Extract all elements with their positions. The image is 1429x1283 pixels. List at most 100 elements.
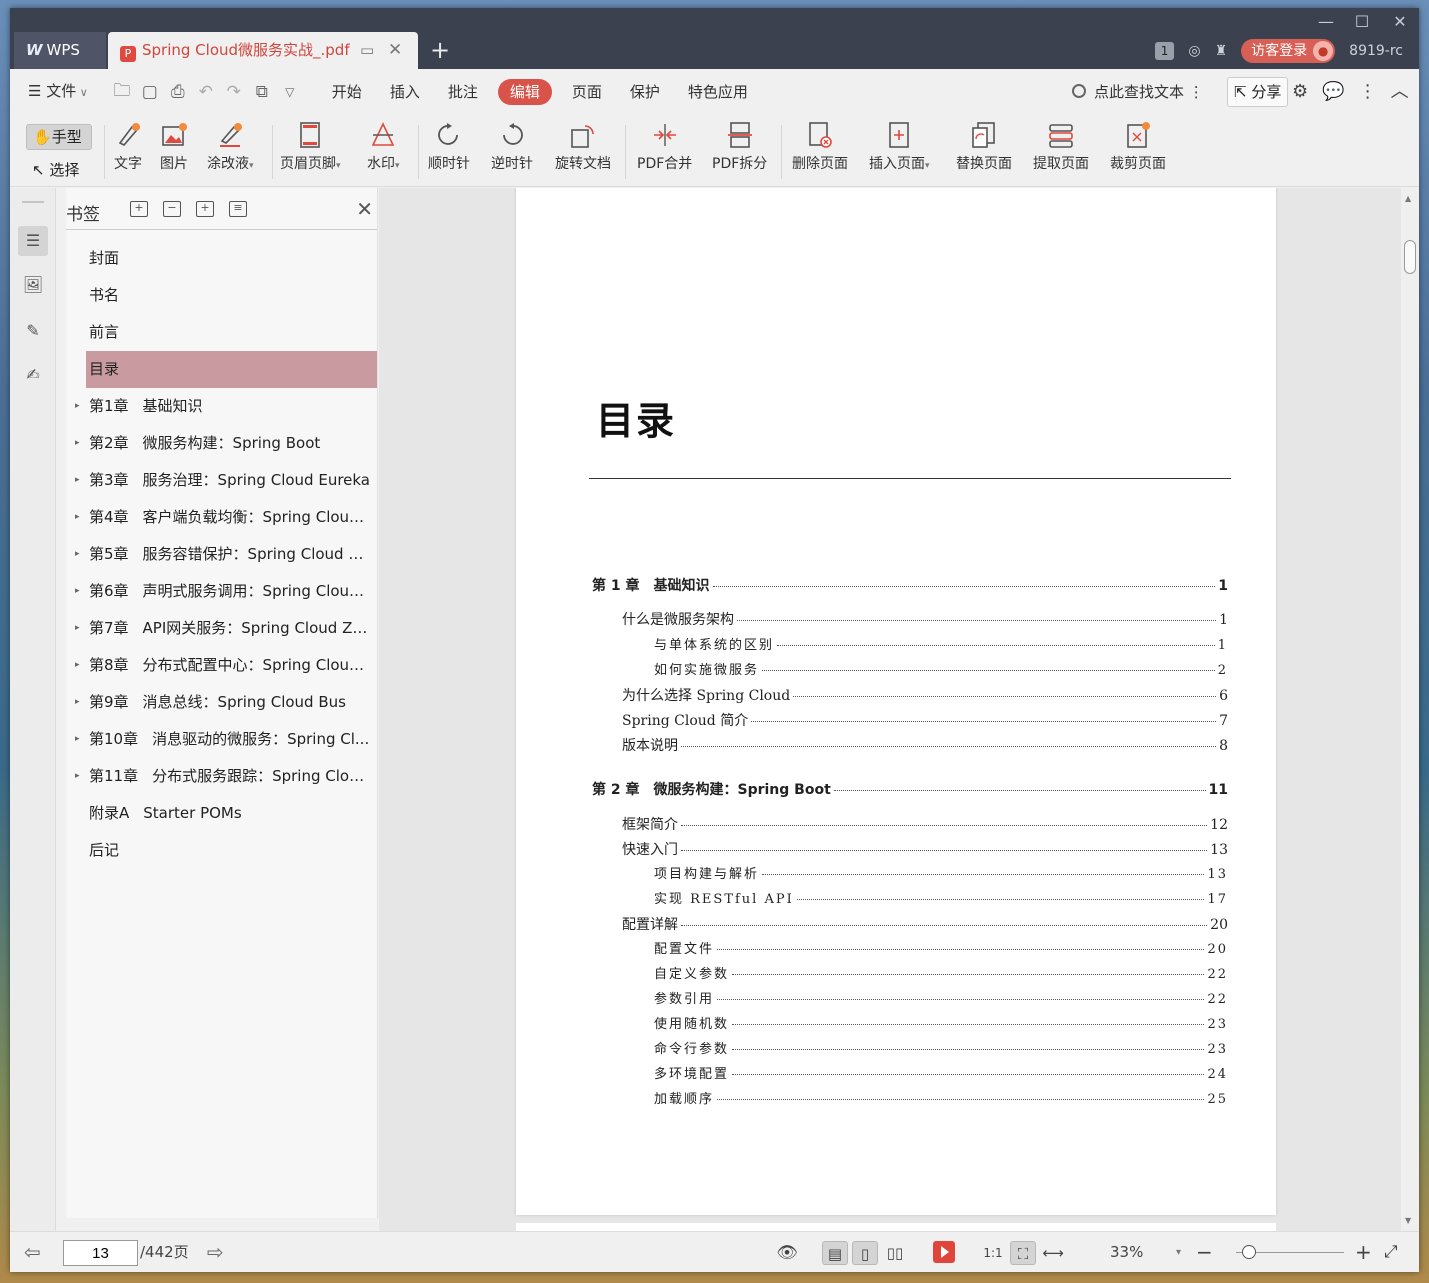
bookmark-item[interactable]: ▸ 第11章 分布式服务跟踪：Spring Clou... [66,758,377,795]
continuous-view-icon[interactable]: ▤ [822,1241,848,1265]
zoom-in-icon[interactable]: + [1355,1232,1372,1272]
toc-entry[interactable]: 配置详解 20 [622,914,1228,934]
menu-special-apps[interactable]: 特色应用 [674,79,762,105]
toc-entry[interactable]: 快速入门 13 [622,839,1228,859]
edit-text-tool[interactable]: 文字 [114,121,142,173]
replace-page-tool[interactable]: 替换页面 [956,121,1012,173]
toc-entry[interactable]: 为什么选择 Spring Cloud 6 [622,685,1228,705]
expand-arrow-icon[interactable]: ▸ [75,758,80,795]
edit-image-tool[interactable]: 图片 [160,121,188,173]
menu-protect[interactable]: 保护 [616,79,674,105]
toc-entry[interactable]: 加载顺序 25 [654,1088,1228,1107]
watermark-tool[interactable]: 水印▾ [367,121,400,173]
scroll-up-icon[interactable]: ▲ [1405,194,1411,203]
settings-gear-icon[interactable]: ⚙ [1292,77,1308,107]
pdf-merge-tool[interactable]: PDF合并 [637,121,692,173]
toc-entry[interactable]: 什么是微服务架构 1 [622,609,1228,629]
undo-icon[interactable]: ↶ [192,82,220,102]
bookmark-item[interactable]: ▸ 第8章 分布式配置中心：Spring Cloud ... [66,647,377,684]
previous-page-icon[interactable]: ⇦ [24,1232,41,1272]
bookmark-item[interactable]: 后记 [66,832,377,869]
crop-page-tool[interactable]: 裁剪页面 [1110,121,1166,173]
close-tab-icon[interactable]: ✕ [388,32,402,69]
expand-all-icon[interactable]: + [130,201,148,217]
bookmark-item[interactable]: ▸ 第6章 声明式服务调用：Spring Cloud ... [66,573,377,610]
document-view[interactable]: 目录 第 1 章 基础知识 1 什么是微服务架构 1 与单体系统的区别 1 如何实施微服务 2… [379,188,1401,1231]
delete-page-tool[interactable]: 删除页面 [792,121,848,173]
hand-tool-button[interactable]: ✋手型 [26,124,92,150]
fit-page-icon[interactable]: ⛶ [1010,1241,1036,1265]
toc-entry[interactable]: 第 2 章 微服务构建：Spring Boot 11 [592,779,1228,799]
menu-edit[interactable]: 编辑 [497,79,552,105]
maximize-button[interactable]: ☐ [1344,10,1380,34]
bookmark-item[interactable]: ▸ 第7章 API网关服务：Spring Cloud Zuul [66,610,377,647]
bookmark-item[interactable]: ▸ 第1章 基础知识 [66,388,377,425]
scroll-down-icon[interactable]: ▼ [1405,1216,1411,1225]
redo-icon[interactable]: ↷ [220,82,248,102]
scroll-thumb[interactable] [1404,240,1416,274]
fit-width-icon[interactable]: ⟷ [1040,1241,1066,1265]
menu-page[interactable]: 页面 [558,79,616,105]
dual-page-view-icon[interactable]: ▯▯ [882,1241,908,1265]
visitor-login-button[interactable]: 访客登录 ● [1241,39,1336,63]
rotate-clockwise-tool[interactable]: 顺时针 [428,121,470,173]
annotations-panel-icon[interactable]: ✎ [18,316,48,346]
zoom-level[interactable]: 33% [1110,1232,1143,1272]
close-panel-icon[interactable]: ✕ [356,197,373,221]
thumbnails-panel-icon[interactable]: 🖼 [18,270,48,300]
pin-tab-icon[interactable]: ▭ [360,32,374,69]
menu-insert[interactable]: 插入 [376,79,434,105]
file-menu[interactable]: ☰ 文件 ∨ [10,78,102,106]
close-window-button[interactable]: ✕ [1382,10,1418,34]
print-icon[interactable]: ⎙ [164,82,192,102]
expand-arrow-icon[interactable]: ▸ [75,425,80,462]
more-vertical-icon[interactable]: ⋮ [1359,77,1377,107]
comment-icon[interactable]: 💬 [1322,77,1344,107]
rotate-counterclockwise-tool[interactable]: 逆时针 [491,121,533,173]
header-footer-tool[interactable]: 页眉页脚▾ [280,121,341,173]
skin-icon[interactable]: ◎ [1188,43,1200,59]
expand-arrow-icon[interactable]: ▸ [75,721,80,758]
select-tool-button[interactable]: ↖ 选择 [32,159,79,181]
minimize-button[interactable]: — [1308,10,1344,34]
bookmark-item[interactable]: 书名 [66,277,377,314]
zoom-dropdown-icon[interactable]: ▾ [1176,1232,1181,1272]
actual-size-icon[interactable]: 1:1 [980,1241,1006,1265]
signature-panel-icon[interactable]: ✍ [18,360,48,390]
expand-arrow-icon[interactable]: ▸ [75,573,80,610]
open-file-icon[interactable]: 🗀 [108,78,136,107]
next-page-icon[interactable]: ⇨ [207,1232,224,1272]
page-number-input[interactable] [63,1240,138,1266]
bookmark-item[interactable]: 封面 [66,240,377,277]
fullscreen-icon[interactable]: ⤢ [1384,1232,1398,1272]
toc-entry[interactable]: 多环境配置 24 [654,1063,1228,1082]
toc-entry[interactable]: 第 1 章 基础知识 1 [592,575,1228,595]
collapse-ribbon-icon[interactable]: ︿ [1391,77,1409,107]
document-tab[interactable]: P Spring Cloud微服务实战_.pdf ▭ ✕ [108,32,418,69]
bookmark-item[interactable]: ▸ 第10章 消息驱动的微服务：Spring Cl... [66,721,377,758]
shirt-icon[interactable]: ♜ [1215,43,1228,59]
toc-entry[interactable]: 如何实施微服务 2 [654,659,1228,678]
expand-arrow-icon[interactable]: ▸ [75,462,80,499]
menu-start[interactable]: 开始 [318,79,376,105]
share-button[interactable]: ⇱ 分享 [1227,77,1289,107]
eye-protection-icon[interactable]: 👁 [774,1241,800,1265]
play-slideshow-icon[interactable] [933,1241,955,1263]
wps-home-tab[interactable]: W WPS [14,32,106,69]
bookmark-options-icon[interactable]: ≡ [229,201,247,217]
toc-entry[interactable]: 项目构建与解析 13 [654,863,1228,882]
expand-arrow-icon[interactable]: ▸ [75,684,80,721]
correction-fluid-tool[interactable]: 涂改液▾ [207,121,254,173]
toc-entry[interactable]: Spring Cloud 简介 7 [622,710,1228,730]
bookmarks-panel-icon[interactable]: ☰ [18,226,48,256]
export-image-icon[interactable]: ⧉ [248,82,276,102]
toc-entry[interactable]: 与单体系统的区别 1 [654,634,1228,653]
quick-access-dropdown-icon[interactable]: ▽ [276,85,304,99]
bookmark-item[interactable]: 前言 [66,314,377,351]
toc-entry[interactable]: 自定义参数 22 [654,963,1228,982]
toc-entry[interactable]: 框架简介 12 [622,814,1228,834]
toc-entry[interactable]: 实现 RESTful API 17 [654,888,1228,907]
bookmark-item[interactable]: ▸ 第3章 服务治理：Spring Cloud Eureka [66,462,377,499]
new-tab-button[interactable]: + [430,37,450,63]
insert-page-tool[interactable]: 插入页面▾ [869,121,930,173]
